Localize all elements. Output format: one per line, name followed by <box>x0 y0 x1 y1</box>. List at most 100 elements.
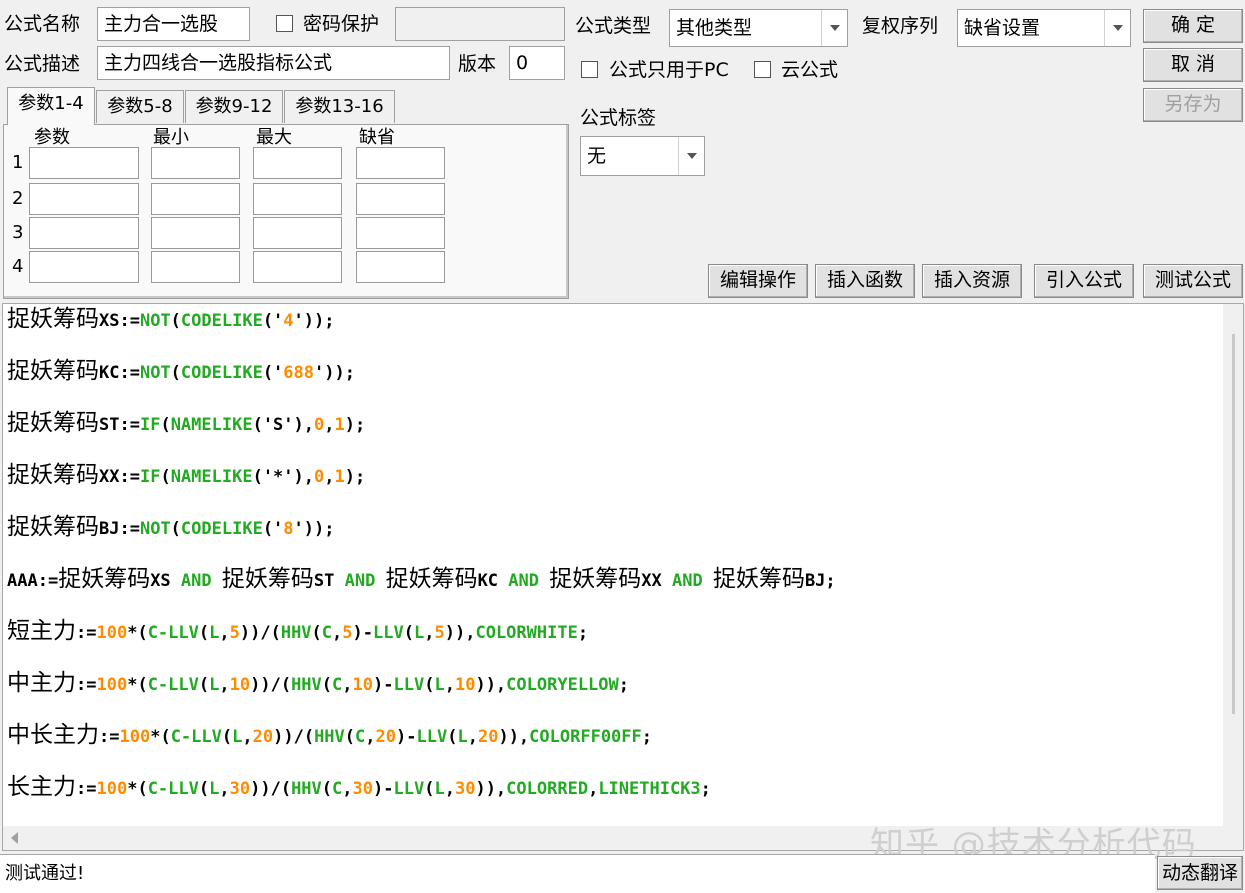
code-token: )- <box>396 727 417 747</box>
version-input[interactable]: 0 <box>509 46 565 80</box>
chevron-down-icon[interactable] <box>1104 10 1130 46</box>
code-token: (' <box>262 519 284 539</box>
param-name-input[interactable] <box>29 147 139 179</box>
code-token: 30 <box>352 779 374 799</box>
formula-tag-label: 公式标签 <box>580 107 657 129</box>
code-token: ( <box>321 779 333 799</box>
code-token: ')); <box>293 519 335 539</box>
cloud-checkbox[interactable] <box>754 61 771 78</box>
edit-ops-button[interactable]: 编辑操作 <box>708 264 808 298</box>
ok-button[interactable]: 确 定 <box>1143 9 1243 43</box>
param-min-input[interactable] <box>151 183 240 215</box>
formula-tag-select[interactable]: 无 <box>580 136 705 176</box>
code-token: 20 <box>375 727 397 747</box>
code-token: ( <box>198 779 210 799</box>
code-token: *( <box>127 675 148 695</box>
code-line[interactable]: AAA:=捉妖筹码XS AND 捉妖筹码ST AND 捉妖筹码KC AND 捉妖… <box>7 564 836 596</box>
param-default-input[interactable] <box>356 217 445 249</box>
pc-only-checkbox[interactable] <box>581 61 598 78</box>
code-token: , <box>342 779 353 799</box>
scrollbar-thumb[interactable] <box>1232 334 1235 714</box>
tab-params-5-8[interactable]: 参数5-8 <box>96 90 184 123</box>
param-max-input[interactable] <box>253 183 342 215</box>
code-line[interactable]: 短主力:=100*(C-LLV(L,5))/(HHV(C,5)-LLV(L,5)… <box>7 616 588 648</box>
code-token: LINETHICK3 <box>598 779 701 799</box>
code-line[interactable]: 捉妖筹码XS:=NOT(CODELIKE('4')); <box>7 304 335 336</box>
insert-resource-button[interactable]: 插入资源 <box>922 264 1022 298</box>
formula-type-select[interactable]: 其他类型 <box>669 9 848 47</box>
test-formula-button[interactable]: 测试公式 <box>1143 264 1243 298</box>
tab-params-1-4[interactable]: 参数1-4 <box>7 87 95 125</box>
formula-type-label: 公式类型 <box>575 15 652 37</box>
param-name-input[interactable] <box>29 217 139 249</box>
code-token: ; <box>700 779 711 799</box>
code-line[interactable]: 捉妖筹码BJ:=NOT(CODELIKE('8')); <box>7 512 335 544</box>
tab-params-9-12[interactable]: 参数9-12 <box>185 90 283 123</box>
code-line[interactable]: 捉妖筹码ST:=IF(NAMELIKE('S'),0,1); <box>7 408 365 440</box>
dynamic-translate-button[interactable]: 动态翻译 <box>1157 856 1243 890</box>
code-token: 10 <box>229 675 251 695</box>
cancel-button[interactable]: 取 消 <box>1143 48 1243 82</box>
param-min-input[interactable] <box>151 251 240 283</box>
param-row-number: 2 <box>12 188 24 209</box>
code-token: C-LLV <box>170 727 222 747</box>
code-token: 688 <box>283 363 315 383</box>
param-min-input[interactable] <box>151 147 240 179</box>
code-token: 30 <box>229 779 251 799</box>
code-token: )- <box>373 779 394 799</box>
formula-name-input[interactable]: 主力合一选股 <box>97 7 250 41</box>
code-token: NOT <box>139 363 171 383</box>
chevron-down-icon[interactable] <box>821 10 847 46</box>
code-token: C <box>321 623 333 643</box>
code-token: ); <box>344 415 366 435</box>
code-line[interactable]: 捉妖筹码KC:=NOT(CODELIKE('688')); <box>7 356 355 388</box>
code-token: AND <box>508 571 539 591</box>
code-token: C-LLV <box>147 675 199 695</box>
param-default-input[interactable] <box>356 251 445 283</box>
code-token: 捉妖筹码 <box>7 306 99 332</box>
code-token: C-LLV <box>147 779 199 799</box>
code-line[interactable]: 长主力:=100*(C-LLV(L,30))/(HHV(C,30)-LLV(L,… <box>7 772 711 804</box>
code-token: := <box>76 623 97 643</box>
tab-params-13-16[interactable]: 参数13-16 <box>284 90 395 123</box>
param-name-input[interactable] <box>29 251 139 283</box>
code-token: LLV <box>393 779 425 799</box>
code-line[interactable]: 中长主力:=100*(C-LLV(L,20))/(HHV(C,20)-LLV(L… <box>7 720 652 752</box>
arrow-left-icon[interactable] <box>11 832 18 844</box>
code-editor[interactable]: 捉妖筹码XS:=NOT(CODELIKE('4')); 捉妖筹码KC:=NOT(C… <box>2 303 1244 851</box>
import-formula-button[interactable]: 引入公式 <box>1034 264 1134 298</box>
save-as-button[interactable]: 另存为 <box>1143 88 1243 122</box>
code-token: 捉妖筹码 <box>221 566 314 592</box>
insert-function-button[interactable]: 插入函数 <box>815 264 915 298</box>
param-max-input[interactable] <box>253 147 342 179</box>
formula-desc-input[interactable]: 主力四线合一选股指标公式 <box>97 46 450 80</box>
code-token: ))/( <box>273 727 315 747</box>
param-default-input[interactable] <box>356 147 445 179</box>
param-default-input[interactable] <box>356 183 445 215</box>
password-input[interactable] <box>395 7 565 41</box>
param-max-input[interactable] <box>253 251 342 283</box>
param-min-input[interactable] <box>151 217 240 249</box>
code-line[interactable]: 中主力:=100*(C-LLV(L,10))/(HHV(C,10)-LLV(L,… <box>7 668 629 700</box>
code-token: ( <box>170 363 181 383</box>
code-token: , <box>444 779 455 799</box>
code-token: L <box>209 675 220 695</box>
code-token: HHV <box>291 675 322 695</box>
copyright-select[interactable]: 缺省设置 <box>957 9 1131 47</box>
code-token: ))/( <box>250 779 292 799</box>
param-max-input[interactable] <box>253 217 342 249</box>
vertical-scrollbar[interactable] <box>1223 304 1243 850</box>
chevron-down-icon[interactable] <box>678 137 704 175</box>
code-token: L <box>434 779 445 799</box>
code-token: C <box>332 779 343 799</box>
code-token: , <box>324 467 335 487</box>
code-token: *( <box>127 623 148 643</box>
param-name-input[interactable] <box>29 183 139 215</box>
password-checkbox[interactable] <box>276 15 293 32</box>
code-line[interactable]: 捉妖筹码XX:=IF(NAMELIKE('*'),0,1); <box>7 460 365 492</box>
code-token: 20 <box>477 727 499 747</box>
code-token: ( <box>160 467 171 487</box>
code-token: COLORRED <box>506 779 589 799</box>
